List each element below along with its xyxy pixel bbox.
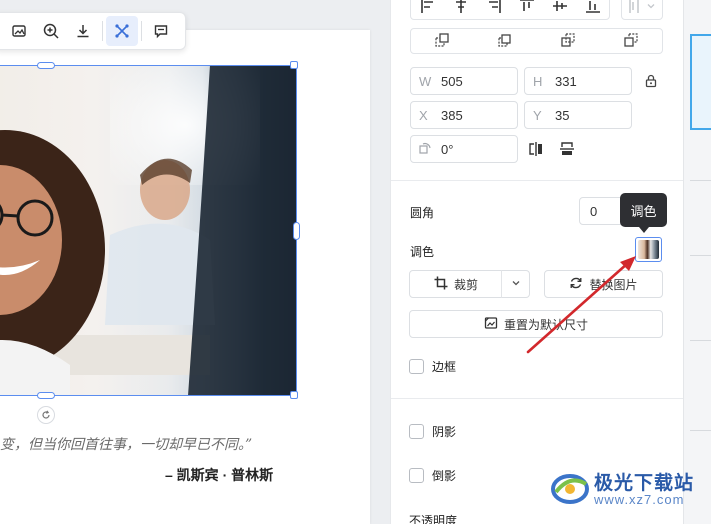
shadow-option[interactable]: 阴影	[409, 423, 456, 440]
watermark-text: 极光下载站 www.xz7.com	[594, 468, 694, 507]
watermark-logo-icon	[550, 470, 590, 506]
reflection-option[interactable]: 倒影	[409, 467, 456, 484]
crop-icon	[434, 276, 448, 293]
width-field[interactable]: W 505	[410, 67, 518, 95]
crop-options-dropdown[interactable]	[501, 270, 530, 298]
section-divider	[391, 180, 683, 181]
rotation-field[interactable]: 0°	[410, 135, 518, 163]
align-group	[410, 0, 610, 20]
magic-tool-icon[interactable]	[106, 16, 138, 46]
send-backward-icon[interactable]	[561, 32, 575, 50]
editor-canvas: 变，但当你回首往事，一切却早已不同。” – 凯斯宾 · 普林斯	[0, 0, 390, 524]
image-toolbar	[0, 12, 186, 50]
y-label: Y	[533, 107, 542, 123]
site-watermark: 极光下载站 www.xz7.com	[550, 468, 694, 507]
y-value: 35	[555, 107, 570, 123]
thumbnail-divider	[690, 255, 711, 256]
x-value: 385	[441, 107, 463, 123]
chevron-down-icon	[511, 277, 521, 291]
shadow-label: 阴影	[432, 425, 457, 439]
replace-image-label: 替换图片	[589, 277, 638, 292]
border-label: 边框	[432, 360, 457, 374]
x-label: X	[419, 107, 428, 123]
reflection-label: 倒影	[432, 469, 457, 483]
y-position-field[interactable]: Y 35	[524, 101, 632, 129]
thumbnail-divider	[690, 340, 711, 341]
crop-image-icon[interactable]	[3, 16, 35, 46]
distribute-icon	[628, 0, 640, 16]
quote-author: – 凯斯宾 · 普林斯	[165, 467, 274, 483]
tone-label: 调色	[410, 245, 435, 259]
download-icon[interactable]	[67, 16, 99, 46]
align-center-h-icon[interactable]	[454, 0, 468, 16]
border-checkbox[interactable]	[409, 359, 424, 374]
toolbar-separator	[102, 21, 103, 41]
rotate-handle-icon[interactable]	[37, 406, 55, 424]
align-toolbar	[410, 0, 663, 20]
crop-button-label: 裁剪	[453, 277, 478, 292]
reset-size-button[interactable]: 重置为默认尺寸	[409, 310, 663, 338]
align-left-icon[interactable]	[420, 0, 435, 16]
reset-size-label: 重置为默认尺寸	[503, 317, 588, 332]
watermark-brand: 极光下载站	[594, 473, 695, 494]
height-field[interactable]: H 331	[524, 67, 632, 95]
height-label: H	[533, 73, 543, 89]
bring-forward-icon[interactable]	[498, 33, 512, 50]
opacity-label: 不透明度	[409, 514, 458, 524]
chevron-down-icon	[646, 0, 656, 14]
replace-image-button[interactable]: 替换图片	[544, 270, 663, 298]
send-to-back-icon[interactable]	[623, 32, 638, 50]
tone-adjust-button[interactable]	[635, 237, 662, 262]
thumbnail-divider	[690, 180, 711, 181]
corner-radius-label: 圆角	[410, 206, 435, 220]
toolbar-separator	[141, 21, 142, 41]
x-position-field[interactable]: X 385	[410, 101, 518, 129]
layer-order-toolbar	[410, 28, 663, 54]
zoom-in-icon[interactable]	[35, 16, 67, 46]
thumbnail-divider	[690, 430, 711, 431]
rotation-icon	[419, 141, 441, 157]
reflection-checkbox[interactable]	[409, 468, 424, 483]
quote-text: 变，但当你回首往事，一切却早已不同。”	[0, 437, 253, 453]
corner-radius-value: 0	[590, 203, 598, 219]
flip-vertical-icon[interactable]	[557, 139, 577, 159]
align-bottom-icon[interactable]	[585, 0, 600, 16]
refresh-icon	[569, 276, 583, 293]
width-value: 505	[441, 73, 463, 89]
shadow-checkbox[interactable]	[409, 424, 424, 439]
photo-people-illustration	[0, 65, 297, 396]
width-label: W	[419, 73, 432, 89]
lock-ratio-icon[interactable]	[641, 71, 661, 91]
comment-icon[interactable]	[145, 16, 177, 46]
tone-tooltip: 调色	[620, 193, 667, 233]
crop-button[interactable]: 裁剪	[409, 270, 503, 298]
bring-to-front-icon[interactable]	[435, 32, 450, 50]
align-center-v-icon[interactable]	[552, 0, 567, 16]
align-top-icon[interactable]	[519, 0, 534, 16]
rotation-value: 0°	[441, 141, 454, 157]
selected-photo[interactable]	[0, 65, 297, 396]
distribute-dropdown[interactable]	[621, 0, 663, 20]
align-right-icon[interactable]	[487, 0, 501, 16]
selected-page-thumbnail[interactable]	[690, 34, 711, 130]
height-value: 331	[555, 73, 577, 89]
tone-thumbnail-image	[638, 240, 659, 259]
section-divider	[391, 398, 683, 399]
watermark-url: www.xz7.com	[594, 492, 685, 507]
image-reset-icon	[484, 316, 498, 333]
right-edge-panel	[683, 0, 711, 524]
border-option[interactable]: 边框	[409, 358, 456, 375]
flip-horizontal-icon[interactable]	[526, 139, 546, 159]
